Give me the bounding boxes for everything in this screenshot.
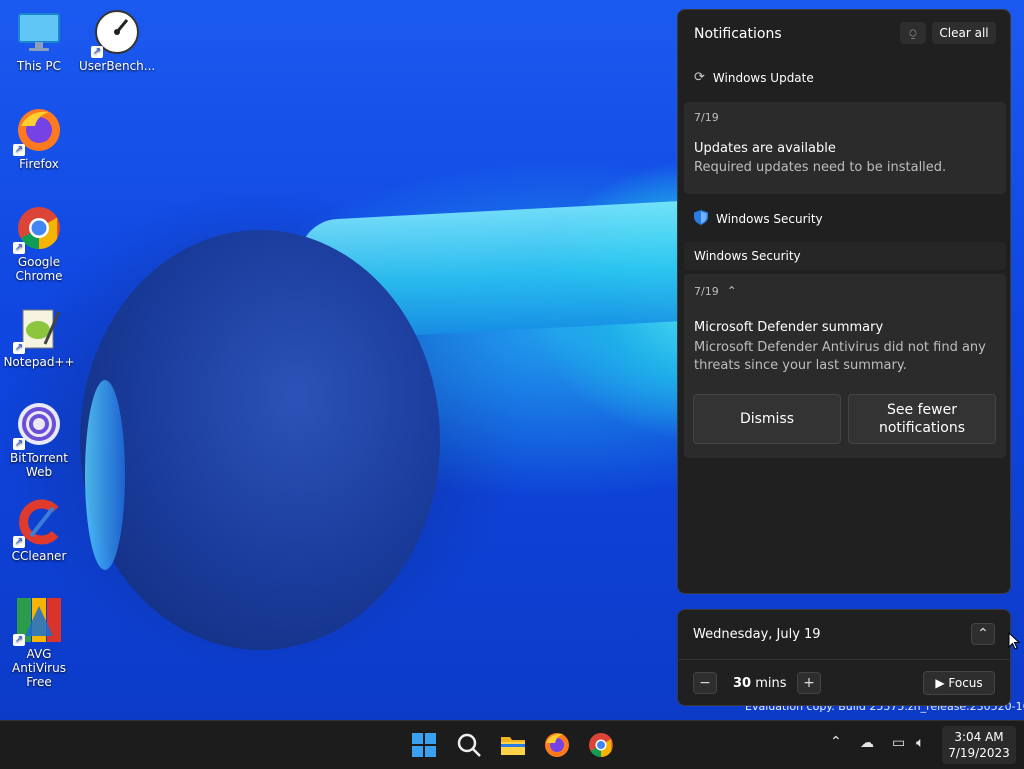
group-header-windows-update: ⟳ Windows Update xyxy=(694,70,814,85)
desktop-icon-label: Google Chrome xyxy=(15,255,63,283)
notification-card-windows-update[interactable]: 7/19 Updates are available Required upda… xyxy=(684,102,1006,194)
group-app-name: Windows Security xyxy=(716,212,823,226)
focus-button[interactable]: ▶ Focus xyxy=(923,671,995,695)
volume-icon[interactable]: 🔈︎ xyxy=(916,735,924,751)
increase-focus-button[interactable]: + xyxy=(797,672,821,694)
mouse-cursor-icon xyxy=(1008,632,1020,650)
network-icon[interactable]: ▭ xyxy=(892,735,905,751)
bell-snooze-icon: ⍜ xyxy=(909,26,917,40)
shortcut-arrow-icon: ↗ xyxy=(13,144,25,156)
desktop-icon-this-pc[interactable]: This PC xyxy=(1,8,77,73)
focus-duration: 30 mins xyxy=(733,676,787,691)
clock-button[interactable]: 3:04 AM 7/19/2023 xyxy=(942,726,1016,764)
shortcut-arrow-icon: ↗ xyxy=(13,342,25,354)
windows-logo-icon xyxy=(412,733,436,757)
shortcut-arrow-icon: ↗ xyxy=(13,634,25,646)
desktop-icon-label: Firefox xyxy=(19,157,59,171)
notification-date: 7/19 xyxy=(694,111,719,124)
bittorrent-icon: ↗ xyxy=(13,400,63,450)
focus-minutes-unit: mins xyxy=(755,676,787,691)
focus-minutes: 30 xyxy=(733,676,752,691)
monitor-icon xyxy=(15,8,63,56)
see-fewer-notifications-button[interactable]: See fewer notifications xyxy=(848,394,996,444)
chevron-up-icon: ⌃ xyxy=(977,626,989,642)
file-explorer-button[interactable] xyxy=(499,731,527,759)
decrease-focus-button[interactable]: − xyxy=(693,672,717,694)
notification-date: 7/19 xyxy=(694,284,719,298)
wallpaper-submarine-dome xyxy=(80,230,440,650)
chrome-icon xyxy=(589,733,613,757)
desktop-icon-google-chrome[interactable]: ↗ Google Chrome xyxy=(1,204,77,283)
chevron-up-icon[interactable]: ⌃ xyxy=(727,284,737,298)
notification-subheader: Windows Security xyxy=(684,242,1006,270)
notification-card-defender[interactable]: 7/19 ⌃ Microsoft Defender summary Micros… xyxy=(684,274,1006,458)
desktop-icon-bittorrent-web[interactable]: ↗ BitTorrent Web xyxy=(1,400,77,479)
group-app-name: Windows Update xyxy=(712,70,814,85)
group-header-windows-security: Windows Security xyxy=(694,210,823,228)
shield-icon xyxy=(694,210,708,228)
do-not-disturb-button[interactable]: ⍜ xyxy=(900,22,926,44)
notification-subheader-text: Windows Security xyxy=(694,249,801,263)
firefox-icon: ↗ xyxy=(13,106,63,156)
desktop-icon-label: AVG AntiVirus Free xyxy=(12,647,66,689)
search-icon xyxy=(457,733,481,757)
search-button[interactable] xyxy=(455,731,483,759)
desktop-icon-notepadpp[interactable]: ↗ Notepad++ xyxy=(1,304,77,369)
firefox-icon xyxy=(545,733,569,757)
calendar-collapse-button[interactable]: ⌃ xyxy=(971,623,995,645)
calendar-panel: Wednesday, July 19 ⌃ − 30 mins + ▶ Focus xyxy=(677,609,1011,706)
desktop-icon-label: This PC xyxy=(17,59,61,73)
shortcut-arrow-icon: ↗ xyxy=(13,242,25,254)
clock-date: 7/19/2023 xyxy=(948,746,1010,760)
calendar-date: Wednesday, July 19 xyxy=(693,627,821,642)
start-button[interactable] xyxy=(410,731,438,759)
desktop-icon-ccleaner[interactable]: ↗ CCleaner xyxy=(1,498,77,563)
desktop-icon-label: CCleaner xyxy=(11,549,67,563)
dismiss-button[interactable]: Dismiss xyxy=(693,394,841,444)
taskbar-chrome-button[interactable] xyxy=(587,731,615,759)
onedrive-icon[interactable]: ☁ xyxy=(860,735,874,751)
plus-icon: + xyxy=(803,675,815,691)
notifications-title: Notifications xyxy=(694,26,782,42)
wallpaper-submarine-rim xyxy=(85,380,125,570)
desktop-icon-firefox[interactable]: ↗ Firefox xyxy=(1,106,77,171)
notepadpp-icon: ↗ xyxy=(13,304,63,354)
shortcut-arrow-icon: ↗ xyxy=(13,438,25,450)
notification-heading: Microsoft Defender summary xyxy=(694,320,884,335)
show-hidden-icons-button[interactable]: ⌃ xyxy=(830,734,842,750)
clear-all-button[interactable]: Clear all xyxy=(932,22,996,44)
chrome-icon: ↗ xyxy=(13,204,63,254)
minus-icon: − xyxy=(699,675,711,691)
desktop-icon-label: UserBench... xyxy=(79,59,156,73)
folder-icon xyxy=(501,737,525,755)
ccleaner-icon: ↗ xyxy=(13,498,63,548)
divider xyxy=(678,659,1010,660)
notification-heading: Updates are available xyxy=(694,141,836,156)
desktop-icon-label: Notepad++ xyxy=(3,355,75,369)
notification-body: Required updates need to be installed. xyxy=(694,160,947,175)
notification-body: Microsoft Defender Antivirus did not fin… xyxy=(694,340,986,373)
shortcut-arrow-icon: ↗ xyxy=(13,536,25,548)
notification-center: Notifications ⍜ Clear all ⟳ Windows Upda… xyxy=(677,9,1011,594)
taskbar: ⌃ ☁ ▭ 🔈︎ 3:04 AM 7/19/2023 xyxy=(0,720,1024,769)
avg-icon: ↗ xyxy=(13,596,63,646)
focus-label: Focus xyxy=(948,676,983,690)
desktop-icon-userbenchmark[interactable]: ↗ UserBench... xyxy=(79,8,155,73)
desktop-icon-avg-antivirus[interactable]: ↗ AVG AntiVirus Free xyxy=(1,596,77,689)
chevron-up-icon: ⌃ xyxy=(830,734,842,750)
desktop-icon-label: BitTorrent Web xyxy=(10,451,68,479)
shortcut-arrow-icon: ↗ xyxy=(91,46,103,58)
play-icon: ▶ xyxy=(935,676,945,690)
taskbar-firefox-button[interactable] xyxy=(543,731,571,759)
refresh-icon: ⟳ xyxy=(694,70,705,85)
notification-date-row: 7/19 ⌃ xyxy=(694,284,737,298)
clock-time: 3:04 AM xyxy=(954,730,1004,744)
speedometer-icon: ↗ xyxy=(91,8,141,58)
